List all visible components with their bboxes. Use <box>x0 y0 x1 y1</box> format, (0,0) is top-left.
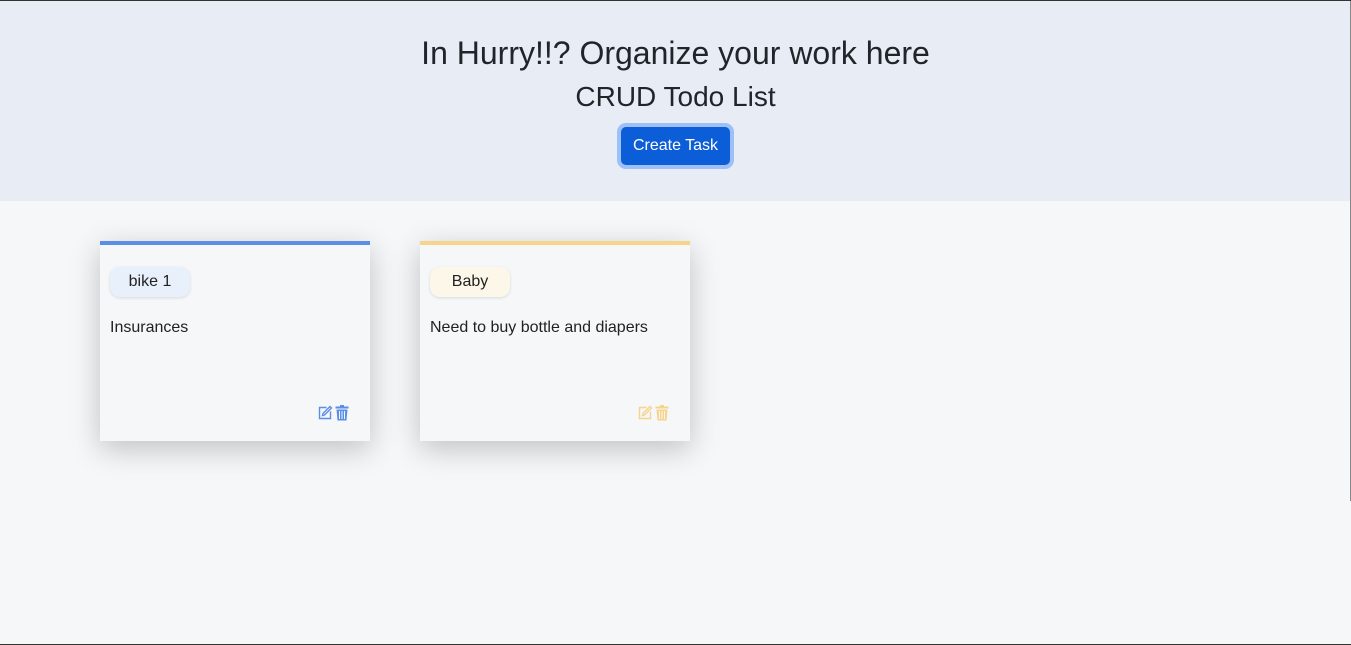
edit-icon[interactable] <box>317 405 333 421</box>
task-description: Need to buy bottle and diapers <box>430 319 648 336</box>
task-category-tag: bike 1 <box>110 267 190 297</box>
page-header: In Hurry!!? Organize your work here CRUD… <box>0 1 1351 201</box>
edit-icon[interactable] <box>637 405 653 421</box>
page-title: In Hurry!!? Organize your work here <box>421 35 930 71</box>
app-page: In Hurry!!? Organize your work here CRUD… <box>0 0 1351 645</box>
task-card-list: bike 1 Insurances Baby Need to buy bottl… <box>0 201 1351 441</box>
task-card: Baby Need to buy bottle and diapers <box>420 241 690 441</box>
card-actions <box>637 405 670 421</box>
create-task-button[interactable]: Create Task <box>620 127 731 165</box>
trash-icon[interactable] <box>654 405 670 421</box>
trash-icon[interactable] <box>334 405 350 421</box>
task-description: Insurances <box>110 319 189 336</box>
task-category-tag: Baby <box>430 267 510 297</box>
page-subtitle: CRUD Todo List <box>575 81 776 112</box>
card-actions <box>317 405 350 421</box>
task-card: bike 1 Insurances <box>100 241 370 441</box>
